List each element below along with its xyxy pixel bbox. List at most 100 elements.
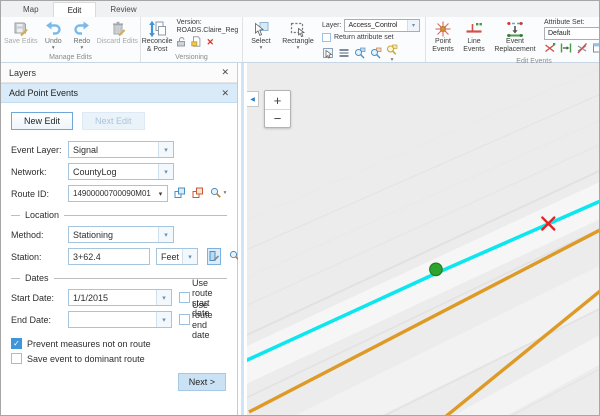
save-edits-button[interactable]: Save Edits	[3, 18, 38, 46]
tab-edit[interactable]: Edit	[53, 2, 97, 17]
start-date-select[interactable]: 1/1/2015 ▾	[68, 289, 172, 306]
zoom-to-route-icon	[210, 187, 222, 201]
station-value: 3+62.4	[69, 249, 149, 264]
network-select[interactable]: CountyLog ▾	[68, 163, 174, 180]
method-select[interactable]: Stationing ▾	[68, 226, 174, 243]
line-events-icon	[465, 19, 483, 38]
selection-list-icon[interactable]	[338, 47, 350, 61]
rectangle-select-button[interactable]: Rectangle ▾	[278, 18, 318, 51]
event-replacement-button[interactable]: Event Replacement	[490, 18, 540, 53]
route-id-value: 14900000700090M01	[69, 186, 154, 201]
discard-edits-label: Discard Edits	[97, 38, 138, 46]
layer-label: Layer:	[322, 22, 341, 29]
undo-dropdown-icon[interactable]: ▾	[52, 46, 55, 51]
group-manage-edits: Save Edits Undo ▾ Redo ▾	[1, 17, 141, 62]
tab-map[interactable]: Map	[9, 2, 53, 17]
group-selection: Select ▾ Rectangle ▾ Layer:	[243, 17, 426, 62]
layers-pane-title: Layers	[9, 68, 36, 78]
side-panel: Layers ✕ Add Point Events ✕ New Edit Nex…	[1, 63, 238, 415]
collapse-panel-button[interactable]: ◀	[247, 91, 259, 107]
method-value: Stationing	[69, 227, 158, 242]
select-route-alternate-button[interactable]	[191, 185, 204, 202]
station-label: Station:	[11, 252, 66, 262]
panel-dock-strip	[238, 63, 247, 415]
use-route-start-date-checkbox[interactable]	[179, 292, 190, 303]
unlock-icon[interactable]	[176, 36, 187, 49]
next-button[interactable]: Next >	[178, 373, 226, 391]
collapse-left-icon: ◀	[250, 96, 255, 103]
redo-button[interactable]: Redo ▾	[68, 18, 96, 51]
delete-version-icon[interactable]: ✕	[206, 38, 214, 47]
chevron-down-icon: ▾	[158, 227, 173, 242]
select-route-on-map-button[interactable]	[173, 185, 186, 202]
retire-event-icon[interactable]	[576, 42, 588, 56]
map-graphics	[247, 63, 599, 415]
select-dropdown-icon[interactable]: ▾	[260, 46, 263, 51]
next-edit-button[interactable]: Next Edit	[82, 112, 145, 130]
start-date-value: 1/1/2015	[69, 290, 156, 305]
line-events-button[interactable]: Line Events	[459, 18, 489, 53]
reconcile-post-label: Reconcile & Post	[142, 38, 173, 53]
end-date-label: End Date:	[11, 315, 66, 325]
return-attribute-set-checkbox[interactable]	[322, 33, 331, 42]
prevent-measures-checkbox[interactable]: ✓	[11, 338, 22, 349]
close-icon[interactable]: ✕	[221, 88, 229, 99]
zoom-out-button[interactable]: −	[265, 109, 290, 127]
station-units-select[interactable]: Feet ▾	[156, 248, 198, 265]
version-value: ROADS.Claire_Reg	[176, 27, 238, 34]
route-id-combo[interactable]: 14900000700090M01 ▾	[68, 185, 168, 202]
rectangle-select-icon	[289, 19, 307, 38]
end-date-select[interactable]: ▾	[68, 311, 172, 328]
chevron-down-icon: ▾	[154, 186, 167, 201]
zoom-to-selection-icon[interactable]	[354, 47, 366, 61]
event-attributes-icon[interactable]	[592, 42, 600, 56]
layers-pane-header[interactable]: Layers ✕	[1, 63, 237, 83]
event-replacement-label: Event Replacement	[490, 38, 540, 53]
selection-options-button[interactable]: ▾	[386, 44, 398, 63]
event-layer-value: Signal	[69, 142, 158, 157]
discard-edits-icon	[109, 19, 126, 38]
zoom-to-route-dropdown-icon[interactable]: ▾	[224, 191, 227, 196]
use-route-end-date-checkbox[interactable]	[179, 314, 190, 325]
point-events-icon	[434, 19, 452, 38]
location-section-label: Location	[25, 210, 59, 220]
method-label: Method:	[11, 230, 66, 240]
station-input[interactable]: 3+62.4	[68, 248, 150, 265]
pan-to-selection-icon[interactable]	[370, 47, 382, 61]
event-layer-label: Event Layer:	[11, 145, 66, 155]
rectangle-dropdown-icon[interactable]: ▾	[297, 46, 300, 51]
new-version-icon[interactable]	[191, 36, 202, 49]
pick-station-on-map-button[interactable]	[207, 248, 221, 265]
station-units-value: Feet	[157, 249, 182, 264]
add-point-events-header[interactable]: Add Point Events ✕	[1, 83, 237, 103]
group-label-manage-edits: Manage Edits	[3, 53, 138, 62]
select-by-attributes-icon[interactable]	[322, 47, 334, 61]
discard-edits-button[interactable]: Discard Edits	[97, 18, 138, 46]
add-point-events-title: Add Point Events	[9, 88, 78, 98]
move-event-icon[interactable]	[560, 42, 572, 56]
layer-value: Access_Control	[345, 20, 407, 31]
zoom-to-route-button[interactable]: ▾	[209, 185, 227, 202]
reconcile-post-icon	[148, 19, 166, 38]
realign-event-icon[interactable]	[544, 42, 556, 56]
chevron-down-icon: ▾	[407, 20, 419, 31]
point-events-button[interactable]: Point Events	[428, 18, 458, 53]
layer-select[interactable]: Access_Control ▾	[344, 19, 420, 32]
chevron-down-icon: ▾	[156, 290, 171, 305]
reconcile-post-button[interactable]: Reconcile & Post	[142, 18, 173, 53]
zoom-in-button[interactable]: +	[265, 91, 290, 109]
redo-dropdown-icon[interactable]: ▾	[80, 46, 83, 51]
tab-review[interactable]: Review	[96, 2, 150, 17]
undo-button[interactable]: Undo ▾	[39, 18, 67, 51]
map-canvas[interactable]: + −	[247, 63, 599, 415]
attribute-set-select[interactable]: Default ▾	[544, 27, 600, 40]
save-dominant-route-checkbox[interactable]	[11, 353, 22, 364]
event-layer-select[interactable]: Signal ▾	[68, 141, 174, 158]
select-button[interactable]: Select ▾	[245, 18, 277, 51]
ribbon-tabs: Map Edit Review	[1, 1, 599, 17]
chevron-down-icon: ▾	[158, 142, 173, 157]
return-attribute-set-label: Return attribute set	[334, 34, 394, 41]
ribbon-body: Save Edits Undo ▾ Redo ▾	[1, 17, 599, 63]
new-edit-button[interactable]: New Edit	[11, 112, 73, 130]
close-icon[interactable]: ✕	[221, 67, 229, 78]
